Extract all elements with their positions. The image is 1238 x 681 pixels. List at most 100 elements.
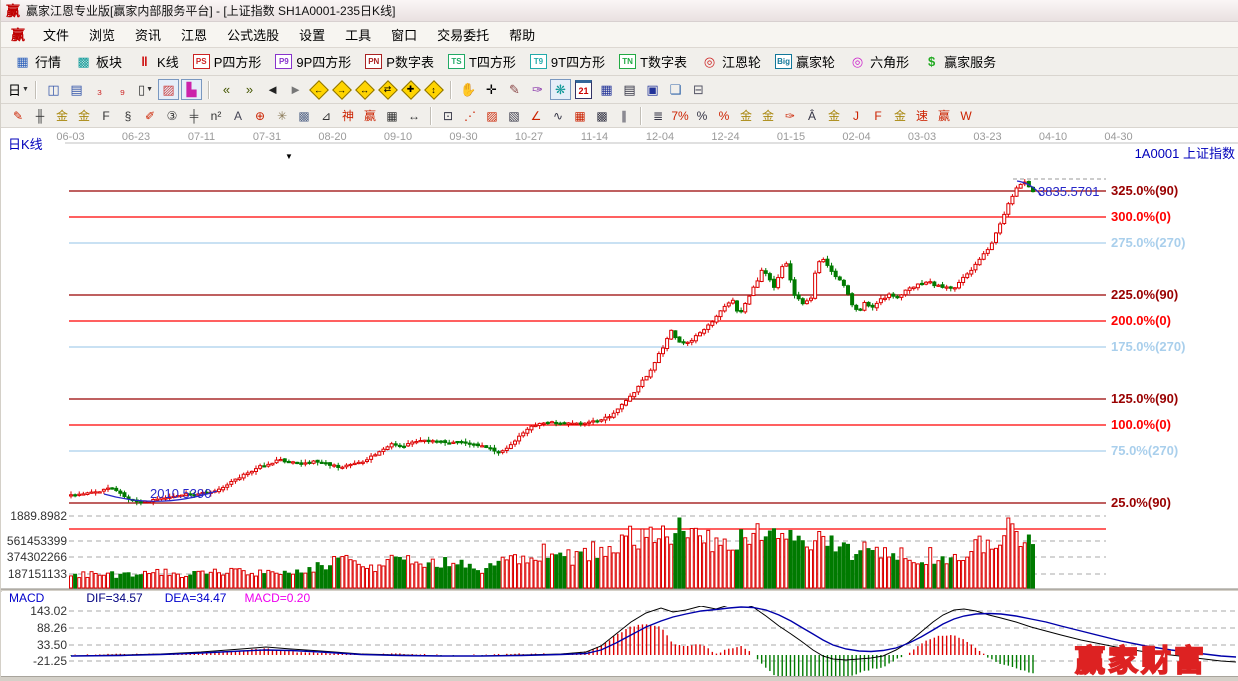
text-annotate-icon[interactable]: ✎ xyxy=(504,79,525,100)
grid-hatch-2-icon[interactable]: ╪ xyxy=(184,106,204,125)
menu-文件[interactable]: 文件 xyxy=(33,25,79,46)
menu-江恩[interactable]: 江恩 xyxy=(171,25,217,46)
fan-lines-icon[interactable]: ⋰ xyxy=(460,106,480,125)
notebook-icon[interactable]: ▤ xyxy=(619,79,640,100)
menu-资讯[interactable]: 资讯 xyxy=(125,25,171,46)
smart-analyse-icon[interactable]: ❋ xyxy=(550,79,571,100)
menu-帮助[interactable]: 帮助 xyxy=(499,25,545,46)
width-arrows-icon[interactable]: ↔ xyxy=(404,106,424,125)
angle-tick-icon[interactable]: ⊿ xyxy=(316,106,336,125)
gold-coin-icon[interactable]: 金 xyxy=(736,106,756,125)
menu-浏览[interactable]: 浏览 xyxy=(79,25,125,46)
web-square-icon[interactable]: ▩ xyxy=(294,106,314,125)
fan-square-dark-icon[interactable]: ▧ xyxy=(504,106,524,125)
print-icon[interactable]: ⊟ xyxy=(688,79,709,100)
parallel-lines-icon[interactable]: ∥ xyxy=(614,106,634,125)
menu-设置[interactable]: 设置 xyxy=(289,25,335,46)
circle-cross-icon[interactable]: ⊕ xyxy=(250,106,270,125)
value-list-icon[interactable]: ≣ xyxy=(648,106,668,125)
compress-vertical-diamond[interactable]: ↕ xyxy=(423,79,444,100)
toolbar-p-number-table-button[interactable]: PNP数字表 xyxy=(365,52,434,71)
n-square-icon[interactable]: n² xyxy=(206,106,226,125)
circle-three-icon[interactable]: ③ xyxy=(162,106,182,125)
toolbar-9p-square-button[interactable]: P99P四方形 xyxy=(275,52,351,71)
step-back-icon[interactable]: ◄ xyxy=(262,79,283,100)
color-kline-icon[interactable]: ▙ xyxy=(181,79,202,100)
toolbar-sectors-button[interactable]: ▩板块 xyxy=(75,52,122,71)
bars-9-chart-icon[interactable]: ₉ xyxy=(112,79,133,100)
toolbar-winner-service-button[interactable]: $赢家服务 xyxy=(923,52,996,71)
hexagon-label: 六角形 xyxy=(870,52,909,71)
grid-dense-icon[interactable]: ▩ xyxy=(592,106,612,125)
w-angle-line-icon[interactable]: W xyxy=(956,106,976,125)
toolbar-kline-button[interactable]: ‖K线 xyxy=(136,52,179,71)
save-icon[interactable]: ▣ xyxy=(642,79,663,100)
grid-hatch-icon[interactable]: ╫ xyxy=(30,106,50,125)
candle-style-selector-icon[interactable]: ▯▼ xyxy=(135,79,156,100)
toolbar-gann-wheel-button[interactable]: ◎江恩轮 xyxy=(701,52,761,71)
toolbar-hexagon-button[interactable]: ◎六角形 xyxy=(849,52,909,71)
toolbar-p-square-button[interactable]: PSP四方形 xyxy=(193,52,262,71)
percent-line-icon[interactable]: % xyxy=(714,106,734,125)
compass-pencil-icon[interactable]: ✐ xyxy=(140,106,160,125)
zoom-left-diamond[interactable]: ← xyxy=(308,79,329,100)
a-wave-icon[interactable]: Â xyxy=(802,106,822,125)
menu-工具[interactable]: 工具 xyxy=(335,25,381,46)
gann-pencil-icon[interactable]: ✎ xyxy=(8,106,28,125)
jump-last-icon[interactable]: » xyxy=(239,79,260,100)
ying-angle-line-icon[interactable]: 赢 xyxy=(934,106,954,125)
f-ruler-icon[interactable]: F xyxy=(96,106,116,125)
shen-grid-icon[interactable]: 神 xyxy=(338,106,358,125)
menu-公式选股[interactable]: 公式选股 xyxy=(217,25,289,46)
wave-tool-icon[interactable]: ∿ xyxy=(548,106,568,125)
spider-web-icon[interactable]: ✳ xyxy=(272,106,292,125)
percent-icon[interactable]: % xyxy=(692,106,712,125)
compress-horizontal-diamond[interactable]: ⇄ xyxy=(377,79,398,100)
chart-window-icon[interactable]: ◫ xyxy=(43,79,64,100)
expand-all-diamond[interactable]: ✚ xyxy=(400,79,421,100)
ink-pencil-icon[interactable]: ✑ xyxy=(780,106,800,125)
zoom-right-diamond-arrow: → xyxy=(331,79,352,100)
crosshair-icon[interactable]: ✛ xyxy=(481,79,502,100)
spiral-tool-icon[interactable]: § xyxy=(118,106,138,125)
gold-gate-b-icon[interactable]: 金 xyxy=(74,106,94,125)
gann-level-label: 25.0%(90) xyxy=(1111,495,1171,510)
menu-窗口[interactable]: 窗口 xyxy=(381,25,427,46)
text-lines-icon[interactable]: A xyxy=(228,106,248,125)
period-day-selector-icon[interactable]: 日▼ xyxy=(8,79,29,100)
gold-gate-a-icon[interactable]: 金 xyxy=(52,106,72,125)
toolbar-winner-wheel-button[interactable]: Big赢家轮 xyxy=(775,52,835,71)
toolbar-quotes-button[interactable]: ▦行情 xyxy=(14,52,61,71)
fan-square-icon[interactable]: ▨ xyxy=(482,106,502,125)
edit-marker-icon[interactable]: ✑ xyxy=(527,79,548,100)
info-doc-icon[interactable]: ▤ xyxy=(66,79,87,100)
pattern-box-icon[interactable]: ▨ xyxy=(158,79,179,100)
export-web-icon[interactable]: ❏ xyxy=(665,79,686,100)
toolbar-t-number-table-button[interactable]: TNT数字表 xyxy=(619,52,687,71)
expand-horizontal-diamond[interactable]: ↔ xyxy=(354,79,375,100)
menu-交易委托[interactable]: 交易委托 xyxy=(427,25,499,46)
gold-angle-line-icon[interactable]: 金 xyxy=(890,106,910,125)
gold-underline-icon[interactable]: 金 xyxy=(824,106,844,125)
toolbar-9t-square-button[interactable]: T99T四方形 xyxy=(530,52,605,71)
angle-fan-icon[interactable]: ∠ xyxy=(526,106,546,125)
gann-level-label: 75.0%(270) xyxy=(1111,443,1178,458)
step-forward-icon[interactable]: ► xyxy=(285,79,306,100)
calculator-icon[interactable]: ▦ xyxy=(596,79,617,100)
toolbar-t-square-button[interactable]: TST四方形 xyxy=(448,52,516,71)
jump-first-icon[interactable]: « xyxy=(216,79,237,100)
ying-tool-icon[interactable]: 赢 xyxy=(360,106,380,125)
grid-123-icon[interactable]: ▦ xyxy=(382,106,402,125)
seven-percent-icon[interactable]: 7% xyxy=(670,106,690,125)
speed-angle-line-icon[interactable]: 速 xyxy=(912,106,932,125)
drag-hand-icon[interactable]: ✋ xyxy=(458,79,479,100)
gold-line-icon[interactable]: 金 xyxy=(758,106,778,125)
zoom-right-diamond[interactable]: → xyxy=(331,79,352,100)
j-angle-line-icon[interactable]: J xyxy=(846,106,866,125)
calendar-icon[interactable]: 21 xyxy=(573,79,594,100)
square-corner-icon[interactable]: ⊡ xyxy=(438,106,458,125)
grid-red-icon[interactable]: ▦ xyxy=(570,106,590,125)
f-angle-line-icon[interactable]: F xyxy=(868,106,888,125)
bars-3-chart-icon[interactable]: ₃ xyxy=(89,79,110,100)
macd-dea-value: DEA=34.47 xyxy=(165,591,227,606)
